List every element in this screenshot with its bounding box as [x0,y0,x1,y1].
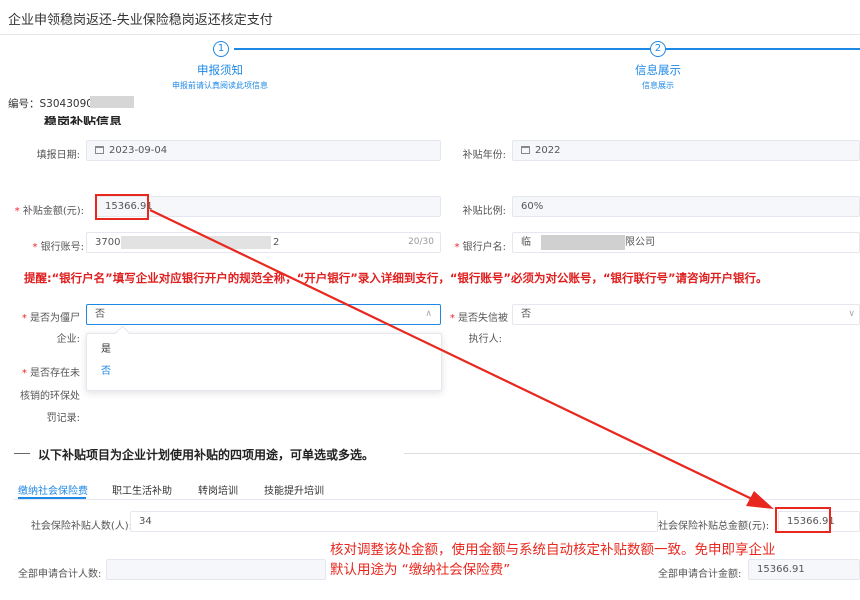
annotation-arrow-head [746,491,774,509]
annotation-arrow [149,209,774,509]
annotation-arrow-line [149,209,755,501]
